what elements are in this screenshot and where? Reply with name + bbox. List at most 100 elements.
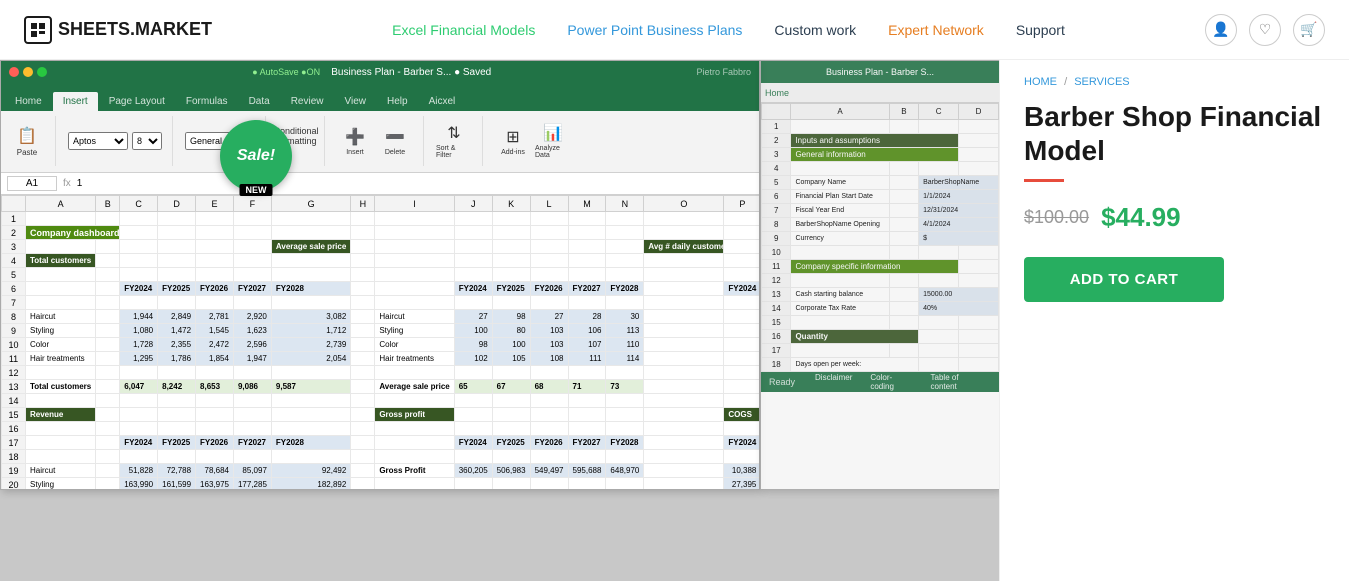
table-row: 14 Corporate Tax Rate 40% (762, 302, 999, 316)
col-i[interactable]: I (375, 196, 454, 212)
table-row: 3 General information (762, 148, 999, 162)
insert-cells-btn[interactable]: ➕ Insert (337, 119, 373, 163)
logo-text: SHEETS.MARKET (58, 19, 212, 40)
font-selector[interactable]: Aptos (68, 132, 128, 150)
ribbon-tab-formulas[interactable]: Formulas (176, 92, 238, 111)
grid-table: A B C D E F G H I J K L M (1, 195, 759, 490)
new-badge: NEW (240, 184, 273, 196)
delete-cells-btn[interactable]: ➖ Delete (377, 119, 413, 163)
sort-filter-btn[interactable]: ⇅ Sort & Filter (436, 119, 472, 163)
right-grid: A B C D 1 (761, 103, 999, 372)
ribbon-tools: 📋 Paste Aptos 8 Gener (1, 111, 759, 172)
user-icon-button[interactable]: 👤 (1205, 14, 1237, 46)
right-tab-disclaimer[interactable]: Disclaimer (807, 372, 860, 392)
cart-icon-button[interactable]: 🛒 (1293, 14, 1325, 46)
ribbon-tab-view[interactable]: View (334, 92, 376, 111)
table-row: 17 FY2024 FY2025 FY2026 FY2027 FY2028 FY… (2, 436, 760, 450)
table-row: 16 (2, 422, 760, 436)
col-f[interactable]: F (233, 196, 271, 212)
col-j[interactable]: J (454, 196, 492, 212)
col-o[interactable]: O (644, 196, 724, 212)
breadcrumb-home[interactable]: HOME (1024, 76, 1057, 88)
ribbon-tab-review[interactable]: Review (281, 92, 334, 111)
wishlist-icon-button[interactable]: ♡ (1249, 14, 1281, 46)
analyze-data-btn[interactable]: 📊 Analyze Data (535, 119, 571, 163)
font-size-selector[interactable]: 8 (132, 132, 162, 150)
col-l[interactable]: L (530, 196, 568, 212)
editing-group: ⇅ Sort & Filter (436, 116, 483, 166)
sale-price: $44.99 (1101, 202, 1181, 233)
user-name: Pietro Fabbro (696, 67, 751, 77)
spreadsheet-area: Sale! NEW ● AutoSave ●ON Business Plan -… (0, 60, 999, 581)
table-row: 4 (762, 162, 999, 176)
table-row: 17 (762, 344, 999, 358)
table-row: 2 Inputs and assumptions (762, 134, 999, 148)
addins-group: ⊞ Add-ins 📊 Analyze Data (495, 119, 571, 163)
table-row: 5 Company Name BarberShopName (762, 176, 999, 190)
close-btn[interactable] (9, 67, 19, 77)
col-k[interactable]: K (492, 196, 530, 212)
col-m[interactable]: M (568, 196, 606, 212)
col-a[interactable]: A (26, 196, 96, 212)
table-row: 5 (2, 268, 760, 282)
ribbon-tab-insert[interactable]: Insert (53, 92, 98, 111)
add-to-cart-button[interactable]: ADD TO CART (1024, 257, 1224, 302)
price-area: $100.00 $44.99 (1024, 202, 1325, 233)
col-b[interactable]: B (96, 196, 120, 212)
sale-text: Sale! (237, 148, 275, 164)
formula-value: 1 (77, 178, 83, 189)
breadcrumb-services[interactable]: SERVICES (1074, 76, 1129, 88)
table-row: 19 Haircut 51,828 72,788 78,684 85,097 9… (2, 464, 760, 478)
paste-btn[interactable]: 📋 Paste (9, 119, 45, 163)
logo[interactable]: SHEETS.MARKET (24, 16, 212, 44)
table-row: 15 Revenue Gross profit (2, 408, 760, 422)
table-row: 3 Average sale price (2, 240, 760, 254)
nav-link-excel[interactable]: Excel Financial Models (392, 22, 535, 38)
nav-link-support[interactable]: Support (1016, 22, 1065, 38)
product-panel: HOME / SERVICES Barber Shop Financial Mo… (999, 60, 1349, 581)
nav-links: Excel Financial Models Power Point Busin… (252, 22, 1205, 38)
nav-link-expert[interactable]: Expert Network (888, 22, 984, 38)
right-toolbar-home: Home (761, 83, 999, 103)
main-content: Sale! NEW ● AutoSave ●ON Business Plan -… (0, 60, 1349, 581)
right-tab-color[interactable]: Color-coding (862, 372, 920, 392)
col-d[interactable]: D (158, 196, 196, 212)
table-row: 15 (762, 316, 999, 330)
col-c[interactable]: C (120, 196, 158, 212)
ribbon-tab-help[interactable]: Help (377, 92, 418, 111)
font-group: Aptos 8 (68, 116, 173, 166)
col-p[interactable]: P (724, 196, 759, 212)
col-h[interactable]: H (351, 196, 375, 212)
nav-icons: 👤 ♡ 🛒 (1205, 14, 1325, 46)
col-g[interactable]: G (271, 196, 350, 212)
ribbon-tab-pagelayout[interactable]: Page Layout (99, 92, 175, 111)
col-n[interactable]: N (606, 196, 644, 212)
table-row: 6 Financial Plan Start Date 1/1/2024 (762, 190, 999, 204)
ribbon-tab-home[interactable]: Home (5, 92, 52, 111)
right-grid-table: A B C D 1 (761, 103, 999, 372)
ribbon-tabs: Home Insert Page Layout Formulas Data Re… (1, 83, 759, 111)
ribbon-tab-data[interactable]: Data (239, 92, 280, 111)
corner-cell (2, 196, 26, 212)
right-tab-toc[interactable]: Table of content (923, 372, 991, 392)
table-row: 18 (2, 450, 760, 464)
row-1: 1 (2, 212, 26, 226)
add-ins-btn[interactable]: ⊞ Add-ins (495, 119, 531, 163)
table-row: 1 (762, 120, 999, 134)
table-row: 18 Days open per week: (762, 358, 999, 372)
titlebar-text: ● AutoSave ●ON Business Plan - Barber S.… (55, 67, 688, 78)
nav-link-powerpoint[interactable]: Power Point Business Plans (567, 22, 742, 38)
ribbon-tab-aicxel[interactable]: Aicxel (419, 92, 466, 111)
min-btn[interactable] (23, 67, 33, 77)
table-row: 9 Styling 1,080 1,472 1,545 1,623 1,712 … (2, 324, 760, 338)
col-e[interactable]: E (196, 196, 234, 212)
right-titlebar-text: Business Plan - Barber S... (769, 67, 991, 77)
max-btn[interactable] (37, 67, 47, 77)
breadcrumb: HOME / SERVICES (1024, 76, 1325, 88)
cells-group: ➕ Insert ➖ Delete (337, 116, 424, 166)
formula-bar: fx 1 (1, 173, 759, 195)
table-row: 13 Cash starting balance 15000.00 (762, 288, 999, 302)
nav-link-custom[interactable]: Custom work (774, 22, 856, 38)
excel-grid[interactable]: A B C D E F G H I J K L M (1, 195, 759, 490)
cell-reference-input[interactable] (7, 176, 57, 191)
